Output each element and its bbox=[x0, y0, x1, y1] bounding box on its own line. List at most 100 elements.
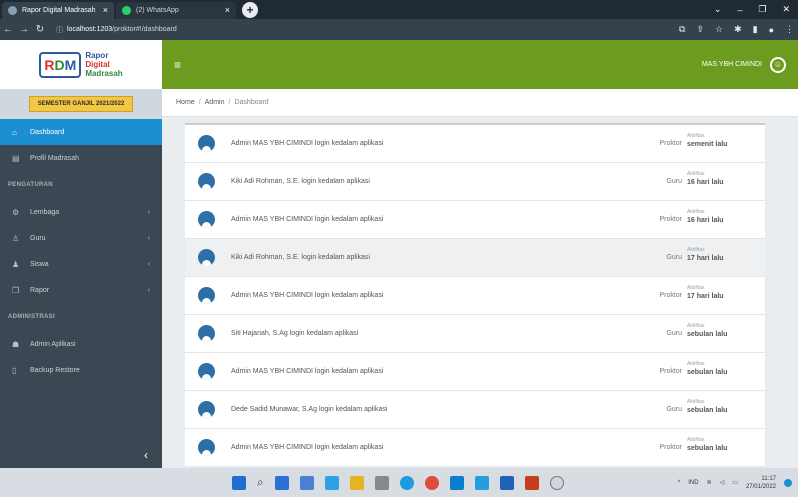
taskbar-app-icon[interactable] bbox=[474, 475, 489, 490]
share-icon[interactable]: ⇪ bbox=[696, 24, 704, 35]
logo-mark: RDM bbox=[39, 51, 82, 78]
wifi-icon[interactable]: ≋ bbox=[707, 479, 712, 486]
menu-icon[interactable]: ⋮ bbox=[785, 24, 794, 35]
activity-role: Guru bbox=[666, 330, 682, 337]
store-icon[interactable] bbox=[449, 475, 464, 490]
notification-icon[interactable] bbox=[784, 478, 792, 487]
activity-label: Aktifitas bbox=[687, 437, 705, 443]
user-icon bbox=[198, 363, 215, 380]
url-host: localhost:1203 bbox=[67, 26, 113, 33]
list-item: Admin MAS YBH CIMINDI login kedalam apli… bbox=[185, 429, 765, 467]
url-path: /proktor#!/dashboard bbox=[112, 26, 177, 33]
semester-badge: SEMESTER GANJIL 2021/2022 bbox=[28, 96, 134, 112]
tab-rapor[interactable]: Rapor Digital Madrasah × bbox=[2, 2, 114, 19]
hamburger-menu-icon[interactable]: ≡ bbox=[174, 58, 181, 72]
activity-time: sebulan lalu bbox=[687, 331, 728, 338]
taskbar-app-icon[interactable] bbox=[549, 475, 564, 490]
powerpoint-icon[interactable] bbox=[524, 475, 539, 490]
breadcrumb-admin[interactable]: Admin bbox=[205, 99, 225, 106]
sidebar-item-label: Dashboard bbox=[30, 128, 65, 136]
rapor-favicon-icon bbox=[8, 6, 17, 15]
clock[interactable]: 11:17 27/01/2022 bbox=[746, 475, 776, 491]
breadcrumb-separator: / bbox=[228, 99, 231, 106]
students-icon: ♟ bbox=[12, 259, 20, 269]
collapse-sidebar-icon[interactable]: ‹ bbox=[144, 448, 148, 462]
breadcrumb: Home / Admin / Dashboard bbox=[162, 89, 798, 117]
activity-label: Aktifitas bbox=[687, 133, 705, 139]
taskbar-app-icon[interactable] bbox=[499, 475, 514, 490]
activity-message: Kiki Adi Rohman, S.E. login kedalam apli… bbox=[231, 254, 370, 261]
sidebar-item-siswa[interactable]: ♟ Siswa ‹ bbox=[0, 251, 162, 277]
close-window-button[interactable]: ✕ bbox=[782, 4, 790, 15]
windows-start-icon[interactable] bbox=[232, 475, 246, 490]
list-item: Siti Hajanah, S.Ag login kedalam aplikas… bbox=[185, 315, 765, 353]
sidebar-item-dashboard[interactable]: ⌂ Dashboard bbox=[0, 119, 162, 145]
chevron-left-icon: ‹ bbox=[147, 286, 150, 294]
list-item: Kiki Adi Rohman, S.E. login kedalam apli… bbox=[185, 163, 765, 201]
url-field[interactable]: ⓘ localhost:1203/proktor#!/dashboard bbox=[56, 25, 177, 35]
file-explorer-icon[interactable] bbox=[349, 475, 364, 490]
logo-mark-left: R bbox=[44, 56, 55, 73]
maximize-button[interactable]: ❐ bbox=[758, 4, 766, 15]
battery-icon[interactable]: ▭ bbox=[732, 479, 738, 486]
profile-icon[interactable]: ● bbox=[769, 25, 774, 35]
tab-whatsapp[interactable]: (2) WhatsApp × bbox=[116, 2, 236, 19]
new-tab-button[interactable]: + bbox=[242, 2, 258, 18]
activity-label: Aktifitas bbox=[687, 285, 705, 291]
chrome-icon[interactable] bbox=[424, 475, 439, 490]
taskbar-apps: ⌕ bbox=[232, 475, 564, 490]
sidebar-item-guru[interactable]: ♙ Guru ‹ bbox=[0, 225, 162, 251]
sidebar-item-rapor[interactable]: ❐ Rapor ‹ bbox=[0, 277, 162, 303]
breadcrumb-home[interactable]: Home bbox=[176, 99, 195, 106]
file-icon: ▯ bbox=[12, 365, 17, 375]
activity-time: 17 hari lalu bbox=[687, 255, 724, 262]
sidepanel-icon[interactable]: ▮ bbox=[753, 24, 758, 35]
list-item: Admin MAS YBH CIMINDI login kedalam apli… bbox=[185, 201, 765, 239]
main-content: Admin MAS YBH CIMINDI login kedalam apli… bbox=[175, 117, 773, 468]
info-icon[interactable]: ⓘ bbox=[56, 25, 63, 35]
star-icon[interactable]: ☆ bbox=[715, 24, 723, 35]
sidebar-item-lembaga[interactable]: ⚙ Lembaga ‹ bbox=[0, 199, 162, 225]
breadcrumb-separator: / bbox=[198, 99, 201, 106]
activity-label: Aktifitas bbox=[687, 171, 705, 177]
task-view-icon[interactable] bbox=[274, 475, 289, 490]
window-controls: ⌄ – ❐ ✕ bbox=[714, 0, 798, 19]
sidebar-item-label: Rapor bbox=[30, 286, 50, 294]
volume-icon[interactable]: ◁ bbox=[720, 479, 725, 486]
taskbar-app-icon[interactable] bbox=[324, 475, 339, 490]
logo[interactable]: RDM Rapor Digital Madrasah bbox=[0, 40, 162, 89]
activity-time: 16 hari lalu bbox=[687, 217, 724, 224]
sidebar-item-backup-restore[interactable]: ▯ Backup Restore bbox=[0, 357, 162, 383]
activity-time: 17 hari lalu bbox=[687, 293, 724, 300]
extensions-icon[interactable]: ✱ bbox=[734, 24, 742, 35]
sidebar-item-admin-aplikasi[interactable]: ☗ Admin Aplikasi bbox=[0, 331, 162, 357]
install-icon[interactable]: ⧉ bbox=[679, 24, 685, 35]
avatar: ☺ bbox=[770, 56, 786, 73]
user-menu[interactable]: MAS YBH CIMINDI ☺ bbox=[701, 56, 786, 73]
close-tab-icon[interactable]: × bbox=[225, 5, 230, 15]
settings-icon[interactable] bbox=[374, 475, 389, 490]
activity-label: Aktifitas bbox=[687, 247, 705, 253]
chevron-down-icon[interactable]: ⌄ bbox=[714, 4, 722, 15]
browser-actions: ⧉ ⇪ ☆ ✱ ▮ ● ⋮ bbox=[679, 24, 794, 35]
os-taskbar: ⌕ ^ IND ≋ ◁ ▭ 11:17 27/01/2022 bbox=[0, 468, 798, 497]
search-icon[interactable]: ⌕ bbox=[257, 475, 264, 490]
user-icon bbox=[198, 173, 215, 190]
taskbar-app-icon[interactable] bbox=[299, 475, 314, 490]
back-icon[interactable]: ← bbox=[0, 24, 16, 35]
edge-icon[interactable] bbox=[399, 475, 414, 490]
logo-line: Digital bbox=[85, 60, 110, 69]
activity-time: 16 hari lalu bbox=[687, 179, 724, 186]
sidebar-item-profil-madrasah[interactable]: ▤ Profil Madrasah bbox=[0, 145, 162, 171]
forward-icon[interactable]: → bbox=[16, 24, 32, 35]
home-icon: ⌂ bbox=[12, 127, 17, 137]
chevron-up-icon[interactable]: ^ bbox=[677, 480, 680, 486]
users-icon: ☗ bbox=[12, 339, 20, 349]
whatsapp-favicon-icon bbox=[122, 6, 131, 15]
reload-icon[interactable]: ↻ bbox=[32, 24, 48, 35]
tab-title: Rapor Digital Madrasah bbox=[22, 7, 96, 14]
minimize-button[interactable]: – bbox=[737, 5, 742, 15]
language-indicator[interactable]: IND bbox=[688, 480, 698, 486]
user-name: MAS YBH CIMINDI bbox=[701, 61, 762, 68]
close-tab-icon[interactable]: × bbox=[103, 5, 108, 15]
